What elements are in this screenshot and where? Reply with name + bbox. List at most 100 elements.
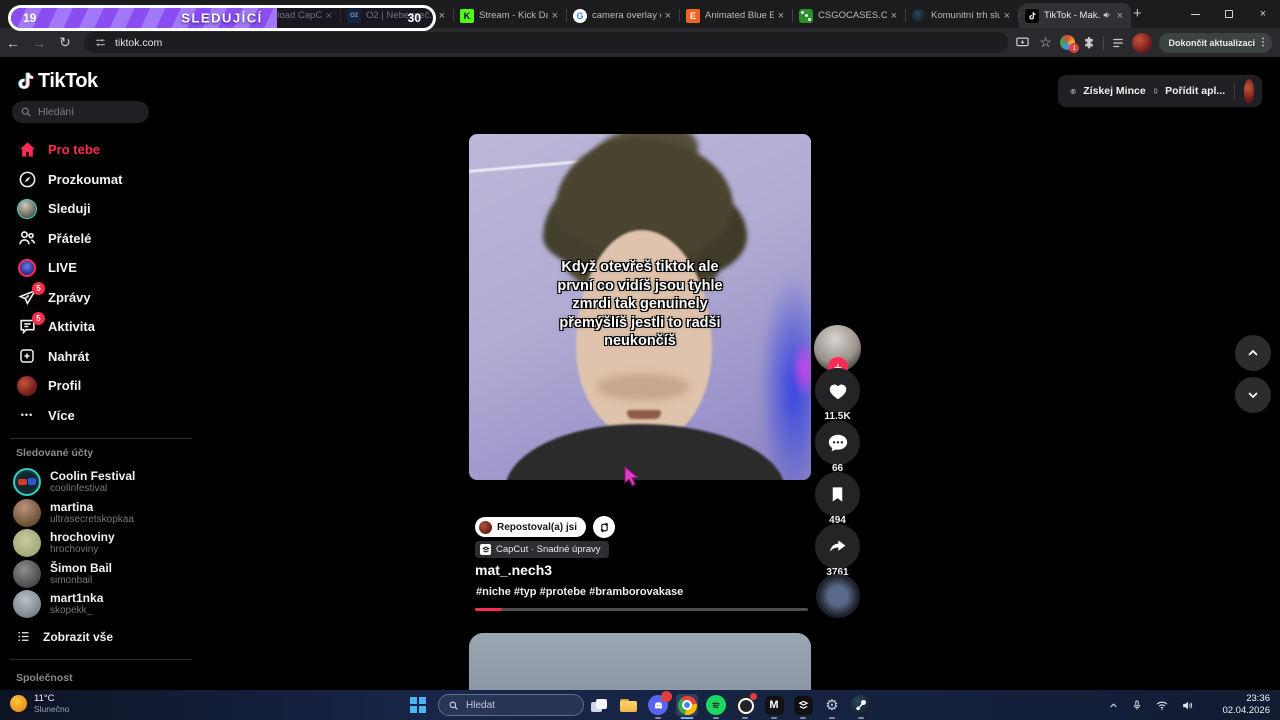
obs-button[interactable]: [734, 693, 757, 716]
coin-icon: [1070, 88, 1076, 94]
video-hashtags[interactable]: #niche #typ #protebe #bramborovakase: [476, 586, 683, 598]
sound-disc[interactable]: [816, 574, 860, 618]
update-chrome-button[interactable]: Dokončit aktualizaci ⋮: [1159, 32, 1272, 53]
sun-icon: [10, 695, 27, 712]
account-hrochoviny[interactable]: hrochoviny hrochoviny: [0, 528, 230, 559]
save-screen-icon[interactable]: [1015, 35, 1030, 50]
video-username[interactable]: mat_.nech3: [475, 562, 552, 578]
tab-close-icon[interactable]: ×: [550, 10, 560, 22]
taskbar-weather-widget[interactable]: 11°C Slunečno: [10, 693, 69, 714]
account-handle: hrochoviny: [50, 544, 99, 556]
sidebar-item-nahrat[interactable]: Nahrát: [0, 342, 230, 372]
bookmark-star-icon[interactable]: ☆: [1037, 34, 1053, 51]
medal-button[interactable]: M: [763, 694, 785, 716]
get-app-button[interactable]: Pořídit apl...: [1165, 85, 1225, 97]
capcut-label: CapCut · Snadné úpravy: [496, 544, 601, 555]
tiktok-search[interactable]: [12, 101, 149, 123]
account-simon-bail[interactable]: Šimon Bail simonbail: [0, 559, 230, 590]
video-player[interactable]: Když otevřeš tiktok ale první co vidíš j…: [469, 134, 811, 480]
browser-menu-kebab-icon[interactable]: ⋮: [1258, 37, 1268, 48]
close-window-button[interactable]: ×: [1246, 0, 1280, 28]
sidebar-item-profil[interactable]: Profil: [0, 371, 230, 401]
sidebar-item-aktivita[interactable]: 5 Aktivita: [0, 311, 230, 342]
browser-profile-avatar[interactable]: [1132, 32, 1153, 53]
get-coins-button[interactable]: Získej Mince: [1083, 85, 1145, 97]
bookmark-button[interactable]: [815, 472, 860, 517]
sidebar-item-zpravy[interactable]: 5 Zprávy: [0, 282, 230, 313]
extensions-puzzle-icon[interactable]: [1082, 36, 1096, 50]
steam-button[interactable]: [850, 694, 872, 716]
extension-icon[interactable]: 1: [1060, 35, 1080, 53]
repost-button[interactable]: [593, 516, 616, 538]
refresh-icon[interactable]: ↻: [52, 34, 78, 51]
wifi-icon[interactable]: [1155, 699, 1169, 712]
microphone-icon[interactable]: [1131, 699, 1143, 712]
tab-close-icon[interactable]: ×: [776, 10, 786, 22]
sidebar-nav: Pro tebe Prozkoumat Sleduji Přátelé LIVE: [0, 135, 230, 430]
spotify-button[interactable]: [705, 694, 727, 716]
tray-chevron-icon[interactable]: [1108, 700, 1119, 711]
task-view-button[interactable]: [588, 694, 610, 716]
tab-close-icon[interactable]: ×: [437, 10, 447, 22]
tab-camera-overlay[interactable]: G camera overlay o... ×: [567, 3, 680, 28]
reading-list-icon[interactable]: [1111, 36, 1125, 50]
chrome-button[interactable]: [676, 694, 698, 716]
weather-temp: 11°C: [34, 693, 55, 704]
sidebar-item-pro-tebe[interactable]: Pro tebe: [0, 135, 230, 165]
taskbar-search-input[interactable]: [466, 699, 566, 711]
next-video-preview[interactable]: [469, 633, 811, 690]
previous-video-button[interactable]: [1235, 335, 1271, 371]
video-progress-bar[interactable]: [475, 608, 808, 611]
new-tab-button[interactable]: +: [1133, 5, 1142, 22]
file-explorer-button[interactable]: [617, 694, 639, 716]
tab-csgocases[interactable]: CSGOCASES.CO... ×: [793, 3, 906, 28]
capcut-attribution[interactable]: CapCut · Snadné úpravy: [475, 541, 609, 558]
forward-icon[interactable]: →: [26, 35, 52, 51]
user-avatar[interactable]: [1243, 78, 1254, 104]
speaker-icon[interactable]: [1181, 699, 1194, 712]
sidebar-item-sleduji[interactable]: Sleduji: [0, 194, 230, 224]
account-martina[interactable]: martina ultrasecretskopkaa: [0, 498, 230, 529]
tab-close-icon[interactable]: ×: [1115, 10, 1125, 22]
tune-icon[interactable]: [94, 36, 107, 49]
account-mart1nka[interactable]: mart1nka skopekk_: [0, 589, 230, 620]
capcut-button[interactable]: [792, 694, 814, 716]
tab-tiktok-active[interactable]: TikTok - Mak... ×: [1019, 3, 1131, 28]
tab-close-icon[interactable]: ×: [663, 10, 673, 22]
show-all-button[interactable]: Zobrazit vše: [0, 629, 113, 644]
maximize-button[interactable]: [1212, 0, 1246, 28]
url-text: tiktok.com: [115, 36, 163, 49]
sidebar-item-vice[interactable]: ••• Více: [0, 401, 230, 431]
like-button[interactable]: [815, 368, 860, 413]
comment-button[interactable]: [815, 420, 860, 465]
tab-close-icon[interactable]: ×: [1002, 10, 1012, 22]
tab-audio-icon[interactable]: [1102, 7, 1112, 25]
tab-close-icon[interactable]: ×: [889, 10, 899, 22]
tab-kick-stream[interactable]: K Stream - Kick Das... ×: [454, 3, 567, 28]
friends-icon: [16, 228, 38, 248]
tab-etsy[interactable]: E Animated Blue Ele... ×: [680, 3, 793, 28]
back-icon[interactable]: ←: [0, 35, 26, 51]
sidebar-item-prozkoumat[interactable]: Prozkoumat: [0, 165, 230, 195]
google-favicon: G: [573, 8, 587, 23]
address-bar[interactable]: tiktok.com: [84, 32, 1008, 53]
start-button[interactable]: [410, 697, 426, 713]
screen: Download CapCu... × O2 O2 | Nebezpeč... …: [0, 0, 1280, 720]
taskbar-clock[interactable]: 23:36 02.04.2026: [1222, 693, 1270, 717]
account-name: Šimon Bail: [50, 560, 113, 575]
followed-accounts-list: Coolin Festival coolinfestival martina u…: [0, 467, 230, 620]
next-video-button[interactable]: [1235, 377, 1271, 413]
account-coolin-festival[interactable]: Coolin Festival coolinfestival: [0, 467, 230, 498]
share-button[interactable]: [815, 524, 860, 569]
tab-steam-market[interactable]: Komunitní trh slu... ×: [906, 3, 1019, 28]
sidebar-item-pratele[interactable]: Přátelé: [0, 224, 230, 254]
discord-button[interactable]: [647, 691, 672, 716]
settings-button[interactable]: ⚙: [821, 694, 843, 716]
caption-line: první co vidíš jsou tyhle: [557, 277, 723, 294]
sidebar-item-live[interactable]: LIVE: [0, 253, 230, 283]
minimize-button[interactable]: [1178, 0, 1212, 28]
tab-title: CSGOCASES.CO...: [818, 10, 887, 21]
search-input[interactable]: [38, 106, 138, 118]
taskbar-search[interactable]: [438, 694, 584, 716]
tiktok-logo[interactable]: TikTok: [14, 69, 98, 93]
